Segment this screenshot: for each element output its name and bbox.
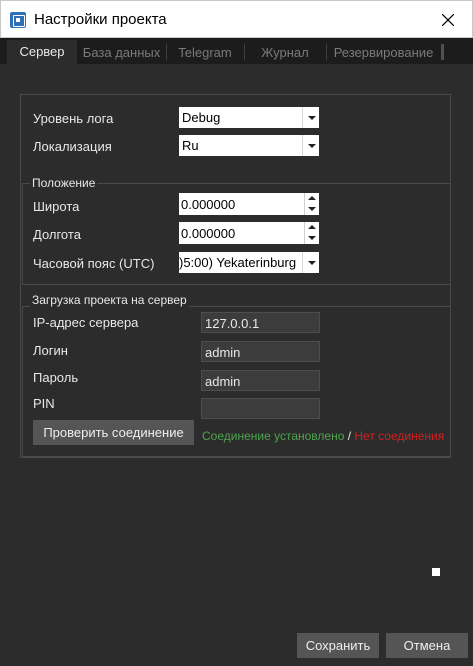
title-bar: Настройки проекта <box>0 0 473 38</box>
tab-scroll-edge <box>441 44 444 60</box>
localization-combo[interactable]: Ru <box>179 135 319 156</box>
pin-label: PIN <box>33 396 55 411</box>
log-level-label: Уровень лога <box>33 111 114 126</box>
upload-group-title: Загрузка проекта на сервер <box>30 293 189 307</box>
timezone-label: Часовой пояс (UTC) <box>33 256 155 271</box>
server-ip-label: IP-адрес сервера <box>33 315 139 330</box>
latitude-label: Широта <box>33 199 80 214</box>
chevron-down-icon[interactable] <box>302 252 319 273</box>
status-connected: Соединение установлено <box>202 429 345 443</box>
timezone-combo[interactable]: )5:00) Yekaterinburg <box>179 252 319 273</box>
login-label: Логин <box>33 343 68 358</box>
tab-journal[interactable]: Журнал <box>245 41 325 64</box>
tab-telegram[interactable]: Telegram <box>167 41 243 64</box>
latitude-spinbox[interactable]: 0.000000 <box>179 193 319 215</box>
status-separator: / <box>344 429 355 443</box>
check-connection-button[interactable]: Проверить соединение <box>33 420 194 445</box>
longitude-value: 0.000000 <box>181 226 236 241</box>
close-icon <box>442 14 454 26</box>
localization-value: Ru <box>182 138 199 153</box>
spin-buttons <box>304 193 319 215</box>
tab-backup[interactable]: Резервирование <box>327 41 440 64</box>
password-input[interactable]: admin <box>201 370 320 391</box>
login-input[interactable]: admin <box>201 341 320 362</box>
tab-bar: Сервер База данных Telegram Журнал Резер… <box>0 38 473 64</box>
close-button[interactable] <box>428 4 468 36</box>
tab-database[interactable]: База данных <box>78 41 165 64</box>
chevron-down-icon[interactable] <box>302 135 319 156</box>
spin-buttons <box>304 222 319 244</box>
arrow-down-icon[interactable] <box>305 233 320 244</box>
localization-label: Локализация <box>33 139 112 154</box>
chevron-down-icon[interactable] <box>302 107 319 128</box>
timezone-value: )5:00) Yekaterinburg <box>179 255 297 270</box>
log-level-value: Debug <box>182 110 221 125</box>
pin-input[interactable] <box>201 398 320 419</box>
position-group-title: Положение <box>30 176 98 190</box>
server-ip-value: 127.0.0.1 <box>205 316 260 331</box>
arrow-down-icon[interactable] <box>305 204 320 215</box>
save-button[interactable]: Сохранить <box>297 633 379 658</box>
longitude-spinbox[interactable]: 0.000000 <box>179 222 319 244</box>
arrow-up-icon[interactable] <box>305 222 320 233</box>
connection-status: Соединение установлено / Нет соединения <box>202 429 456 443</box>
app-icon <box>10 12 26 28</box>
log-level-combo[interactable]: Debug <box>179 107 319 128</box>
arrow-up-icon[interactable] <box>305 193 320 204</box>
password-label: Пароль <box>33 370 79 385</box>
window-title: Настройки проекта <box>34 11 167 28</box>
status-not-connected: Нет соединения <box>354 429 445 443</box>
login-value: admin <box>205 345 241 360</box>
cancel-button[interactable]: Отмена <box>386 633 468 658</box>
latitude-value: 0.000000 <box>181 197 236 212</box>
indicator-square <box>432 568 440 576</box>
server-ip-input[interactable]: 127.0.0.1 <box>201 312 320 333</box>
password-value: admin <box>205 374 241 389</box>
longitude-label: Долгота <box>33 227 81 242</box>
tab-server[interactable]: Сервер <box>7 40 77 64</box>
